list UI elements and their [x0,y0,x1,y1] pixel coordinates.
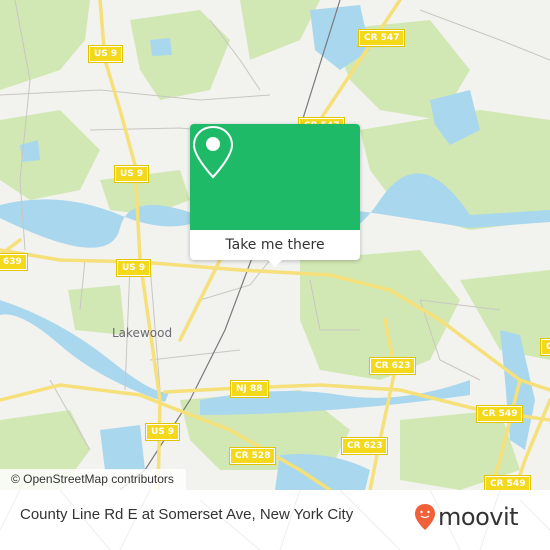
location-popup: Take me there [190,124,360,267]
moovit-pin-icon [415,504,435,530]
map-attribution[interactable]: © OpenStreetMap contributors [0,469,186,490]
road-shield-cr623: CR 623 [340,437,389,455]
footer-bar: County Line Rd E at Somerset Ave, New Yo… [0,490,550,550]
road-shield-us9: US 9 [113,165,150,183]
stop-title: County Line Rd E at Somerset Ave, New Yo… [20,506,354,523]
popup-header [190,124,360,230]
road-shield-cr549: CR 549 [483,475,532,490]
road-shield-cr549: C [540,338,550,356]
road-shield-cr547: CR 547 [357,29,406,47]
road-shield-us9: US 9 [144,423,181,441]
moovit-wordmark: moovit [438,503,519,531]
road-shield-cr549: CR 549 [475,405,524,423]
moovit-logo[interactable]: moovit [414,500,519,534]
map-pin-icon [192,125,234,179]
road-shield-us9: US 9 [87,45,124,63]
map-view[interactable]: US 9 US 9 US 9 US 9 CR 547 CR 547 639 NJ… [0,0,550,490]
place-label-lakewood: Lakewood [112,326,173,340]
road-shield-cr639: 639 [0,253,28,271]
road-shield-us9: US 9 [115,259,152,277]
road-shield-nj88: NJ 88 [230,380,269,398]
road-shield-cr623: CR 623 [368,357,417,375]
popup-pointer [266,258,284,267]
take-me-there-button[interactable]: Take me there [190,230,360,260]
road-shield-cr528: CR 528 [228,447,277,465]
